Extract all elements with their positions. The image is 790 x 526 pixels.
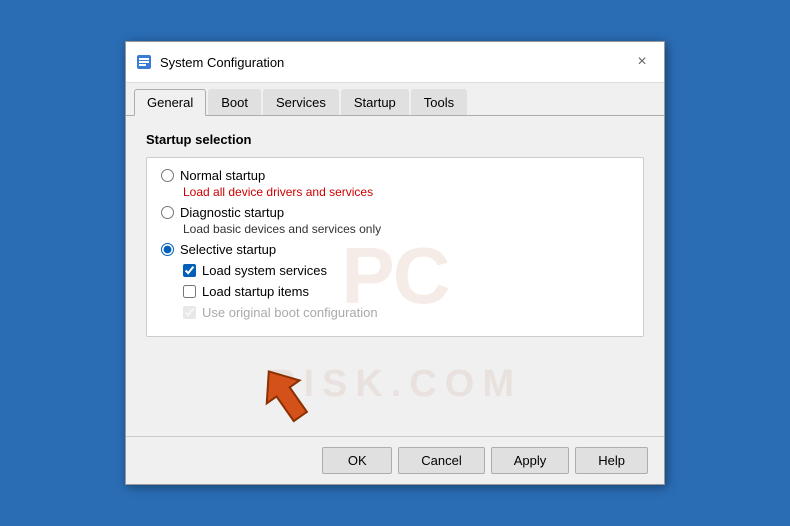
load-system-services-row: Load system services xyxy=(183,263,629,278)
diagnostic-startup-row: Diagnostic startup xyxy=(161,205,629,220)
window-title: System Configuration xyxy=(160,55,630,70)
system-config-window: System Configuration × General Boot Serv… xyxy=(125,41,665,485)
load-system-services-label: Load system services xyxy=(202,263,327,278)
normal-startup-row: Normal startup xyxy=(161,168,629,183)
normal-startup-radio[interactable] xyxy=(161,169,174,182)
section-title: Startup selection xyxy=(146,132,644,147)
original-boot-checkbox[interactable] xyxy=(183,306,196,319)
watermark-domain: RISK.COM xyxy=(126,363,664,406)
load-startup-items-label: Load startup items xyxy=(202,284,309,299)
original-boot-label: Use original boot configuration xyxy=(202,305,378,320)
tab-boot[interactable]: Boot xyxy=(208,89,261,115)
selective-startup-row: Selective startup xyxy=(161,242,629,257)
selective-startup-radio[interactable] xyxy=(161,243,174,256)
window-icon xyxy=(136,54,152,70)
dialog-footer: OK Cancel Apply Help xyxy=(126,436,664,484)
tab-general[interactable]: General xyxy=(134,89,206,116)
load-startup-items-row: Load startup items xyxy=(183,284,629,299)
tab-tools[interactable]: Tools xyxy=(411,89,467,115)
apply-button[interactable]: Apply xyxy=(491,447,570,474)
title-bar: System Configuration × xyxy=(126,42,664,83)
diagnostic-startup-desc: Load basic devices and services only xyxy=(161,222,629,236)
tab-bar: General Boot Services Startup Tools xyxy=(126,83,664,116)
selective-startup-label: Selective startup xyxy=(180,242,276,257)
original-boot-row: Use original boot configuration xyxy=(183,305,629,320)
diagnostic-startup-radio[interactable] xyxy=(161,206,174,219)
tab-content: PC RISK.COM Startup selection Normal sta… xyxy=(126,116,664,436)
selective-options: Load system services Load startup items … xyxy=(161,263,629,320)
load-startup-items-checkbox[interactable] xyxy=(183,285,196,298)
load-system-services-checkbox[interactable] xyxy=(183,264,196,277)
startup-options: Normal startup Load all device drivers a… xyxy=(146,157,644,337)
tab-services[interactable]: Services xyxy=(263,89,339,115)
cancel-button[interactable]: Cancel xyxy=(398,447,484,474)
normal-startup-desc: Load all device drivers and services xyxy=(161,185,629,199)
diagnostic-startup-label: Diagnostic startup xyxy=(180,205,284,220)
tab-startup[interactable]: Startup xyxy=(341,89,409,115)
normal-startup-label: Normal startup xyxy=(180,168,265,183)
close-button[interactable]: × xyxy=(630,50,654,74)
help-button[interactable]: Help xyxy=(575,447,648,474)
ok-button[interactable]: OK xyxy=(322,447,392,474)
